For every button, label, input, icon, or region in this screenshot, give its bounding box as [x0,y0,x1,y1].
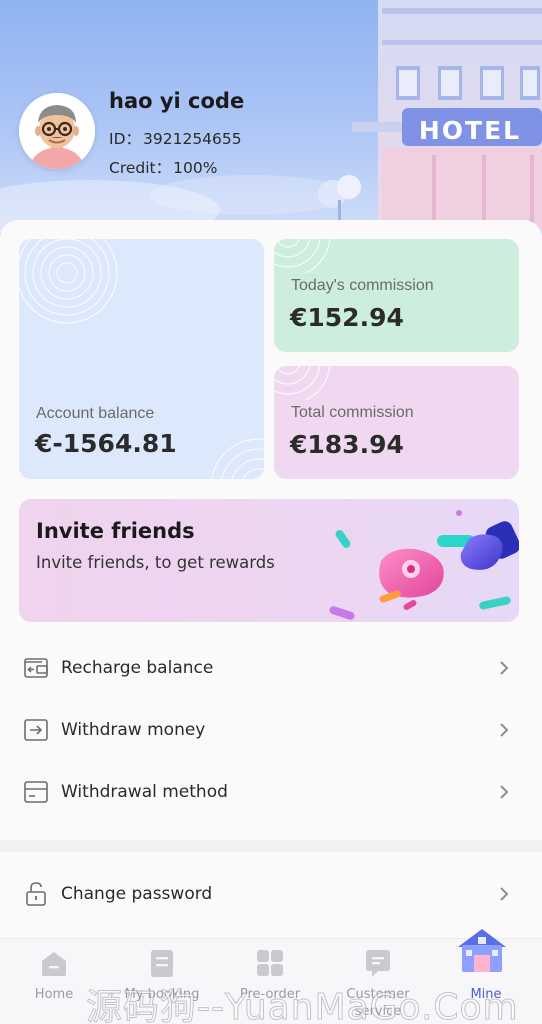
tab-label: Pre-order [239,987,301,1002]
invite-title: Invite friends [36,519,195,543]
tab-label: Customer service [346,987,410,1019]
handshake-fists-illustration [329,510,519,620]
card-icon [24,781,48,803]
profile-id-label: ID： [109,130,142,148]
account-balance-value: €-1564.81 [35,429,177,458]
chat-icon [366,950,390,977]
tree-decoration [318,175,361,220]
profile-header: HOTEL hao yi code ID： 3921254655 Credit：… [0,0,542,250]
avatar-face-icon [19,93,95,169]
withdrawal-method-item[interactable]: Withdrawal method [0,764,542,820]
hotel-illustration: HOTEL [352,0,542,230]
grid-icon [257,950,283,976]
recharge-balance-item[interactable]: Recharge balance [0,640,542,696]
todays-commission-label: Today's commission [291,277,434,294]
menu-item-label: Withdraw money [61,720,206,740]
tab-label: My booking [124,987,200,1002]
todays-commission-value: €152.94 [290,303,404,332]
withdraw-money-item[interactable]: Withdraw money [0,702,542,758]
chevron-right-icon [500,785,509,799]
todays-commission-card[interactable]: Today's commission €152.94 [274,239,519,352]
tab-pre-order[interactable]: Pre-order [216,939,324,1024]
account-balance-label: Account balance [36,405,155,422]
hotel-house-icon [458,929,506,972]
total-commission-value: €183.94 [290,430,404,459]
tab-customer-service[interactable]: Customer service [324,939,432,1024]
lock-icon [26,882,46,906]
menu-item-label: Change password [61,884,213,904]
rings-decoration [274,239,331,273]
tab-home[interactable]: Home [0,939,108,1024]
total-commission-label: Total commission [291,404,414,421]
tab-label: Home [34,987,74,1002]
avatar[interactable] [19,93,95,169]
chevron-right-icon [500,887,509,901]
menu-item-label: Withdrawal method [61,782,228,802]
tab-label: Mine [470,987,502,1002]
menu-item-label: Recharge balance [61,658,214,678]
rings-decoration [19,239,118,324]
profile-credit-value: 100% [173,159,218,177]
withdraw-icon [24,719,48,741]
invite-friends-banner[interactable]: Invite friends Invite friends, to get re… [19,499,519,622]
tab-my-booking[interactable]: My booking [108,939,216,1024]
rings-decoration [211,438,264,479]
rings-decoration [274,366,331,400]
hotel-sign-text: HOTEL [419,116,521,145]
invite-subtitle: Invite friends, to get rewards [36,553,275,572]
account-balance-card[interactable]: Account balance €-1564.81 [19,239,264,479]
profile-credit: Credit： 100% [109,156,217,178]
profile-credit-label: Credit： [109,159,172,177]
change-password-item[interactable]: Change password [0,866,542,922]
section-divider [0,840,542,852]
chevron-right-icon [500,723,509,737]
home-icon [42,952,66,976]
profile-id: ID： 3921254655 [109,127,242,149]
wallet-icon [24,658,48,678]
total-commission-card[interactable]: Total commission €183.94 [274,366,519,479]
tab-mine[interactable]: Mine [432,929,540,1024]
booking-icon [151,950,173,977]
profile-id-value: 3921254655 [143,130,242,148]
chevron-right-icon [500,661,509,675]
profile-name: hao yi code [109,89,245,113]
bottom-tab-bar: Home My booking Pre-order Customer servi… [0,929,542,1024]
